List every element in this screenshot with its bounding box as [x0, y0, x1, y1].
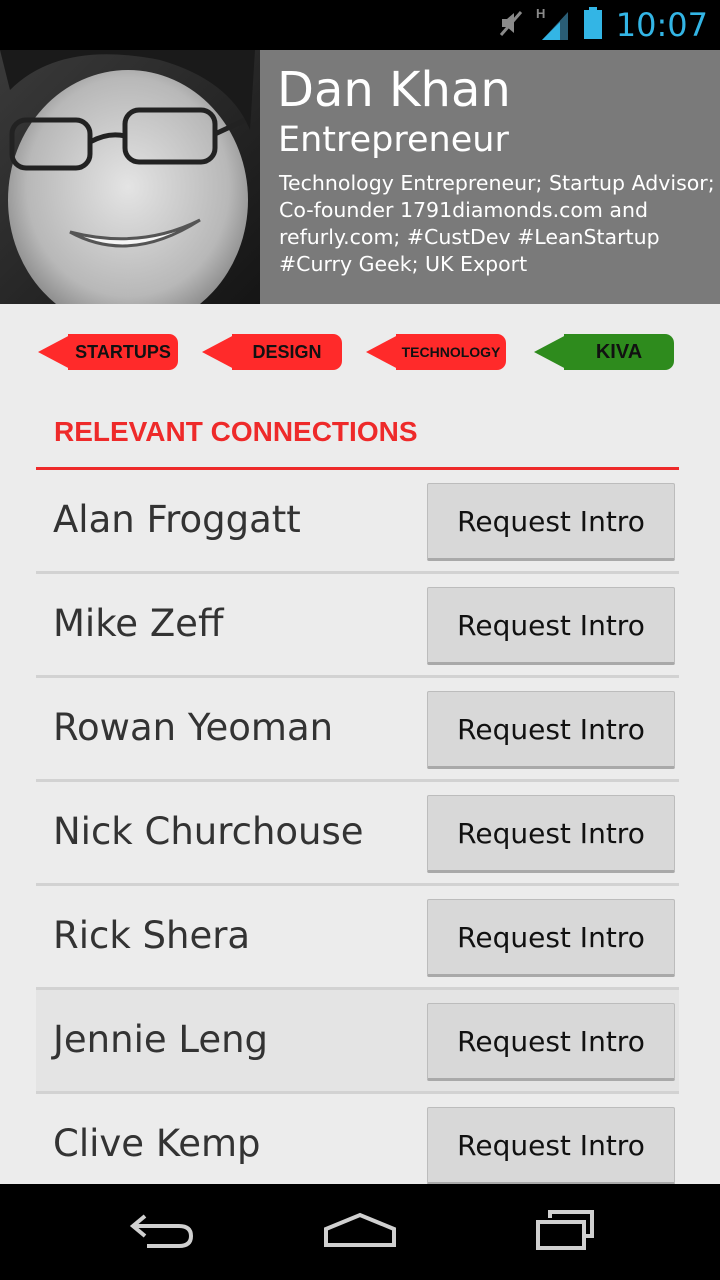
- tag-label: STARTUPS: [68, 334, 178, 370]
- connection-name: Alan Froggatt: [53, 498, 301, 541]
- list-item: Nick Churchouse Request Intro: [36, 782, 679, 886]
- list-item: Alan Froggatt Request Intro: [36, 470, 679, 574]
- tag-arrow-icon: [366, 334, 400, 370]
- connection-name: Rick Shera: [53, 914, 251, 957]
- request-intro-button[interactable]: Request Intro: [427, 587, 675, 665]
- request-intro-button[interactable]: Request Intro: [427, 899, 675, 977]
- home-button[interactable]: [315, 1204, 405, 1260]
- back-icon: [125, 1210, 197, 1255]
- recent-apps-button[interactable]: [517, 1204, 607, 1260]
- profile-title: Entrepreneur: [278, 120, 509, 160]
- list-item: Rowan Yeoman Request Intro: [36, 678, 679, 782]
- clock: 10:07: [615, 6, 708, 44]
- tag-arrow-icon: [202, 334, 236, 370]
- request-intro-button[interactable]: Request Intro: [427, 483, 675, 561]
- connection-list: Alan Froggatt Request Intro Mike Zeff Re…: [36, 470, 679, 1184]
- main-content: STARTUPS DESIGN TECHNOLOGY KIVA RELEVANT…: [0, 304, 720, 1184]
- profile-photo: [0, 50, 260, 304]
- connection-name: Rowan Yeoman: [53, 706, 334, 749]
- tag-kiva[interactable]: KIVA: [534, 334, 674, 370]
- signal-icon: H: [536, 6, 572, 42]
- status-bar: H 10:07: [0, 0, 720, 50]
- list-item: Jennie Leng Request Intro: [36, 990, 679, 1094]
- navigation-bar: [0, 1184, 720, 1280]
- battery-icon: [584, 6, 602, 44]
- tag-label: KIVA: [564, 334, 674, 370]
- tag-startups[interactable]: STARTUPS: [38, 334, 178, 370]
- home-icon: [322, 1209, 398, 1256]
- connection-name: Jennie Leng: [53, 1018, 269, 1061]
- request-intro-button[interactable]: Request Intro: [427, 1107, 675, 1184]
- request-intro-button[interactable]: Request Intro: [427, 1003, 675, 1081]
- list-item: Rick Shera Request Intro: [36, 886, 679, 990]
- connection-name: Clive Kemp: [53, 1122, 261, 1165]
- tag-label: TECHNOLOGY: [396, 334, 506, 370]
- request-intro-button[interactable]: Request Intro: [427, 795, 675, 873]
- profile-bio: Technology Entrepreneur; Startup Advisor…: [279, 171, 715, 276]
- tag-list: STARTUPS DESIGN TECHNOLOGY KIVA: [0, 334, 720, 374]
- tag-arrow-icon: [534, 334, 568, 370]
- back-button[interactable]: [116, 1204, 206, 1260]
- tag-label: DESIGN: [232, 334, 342, 370]
- tag-arrow-icon: [38, 334, 72, 370]
- section-title: RELEVANT CONNECTIONS: [54, 416, 418, 447]
- mute-icon: [498, 8, 524, 43]
- list-item: Mike Zeff Request Intro: [36, 574, 679, 678]
- recent-apps-icon: [526, 1208, 598, 1257]
- profile-name: Dan Khan: [277, 62, 511, 118]
- connection-name: Nick Churchouse: [53, 810, 364, 853]
- status-icons: H: [498, 6, 602, 44]
- request-intro-button[interactable]: Request Intro: [427, 691, 675, 769]
- tag-technology[interactable]: TECHNOLOGY: [366, 334, 506, 370]
- profile-header: Dan Khan Entrepreneur Technology Entrepr…: [0, 50, 720, 304]
- tag-design[interactable]: DESIGN: [202, 334, 342, 370]
- list-item: Clive Kemp Request Intro: [36, 1094, 679, 1184]
- connection-name: Mike Zeff: [53, 602, 224, 645]
